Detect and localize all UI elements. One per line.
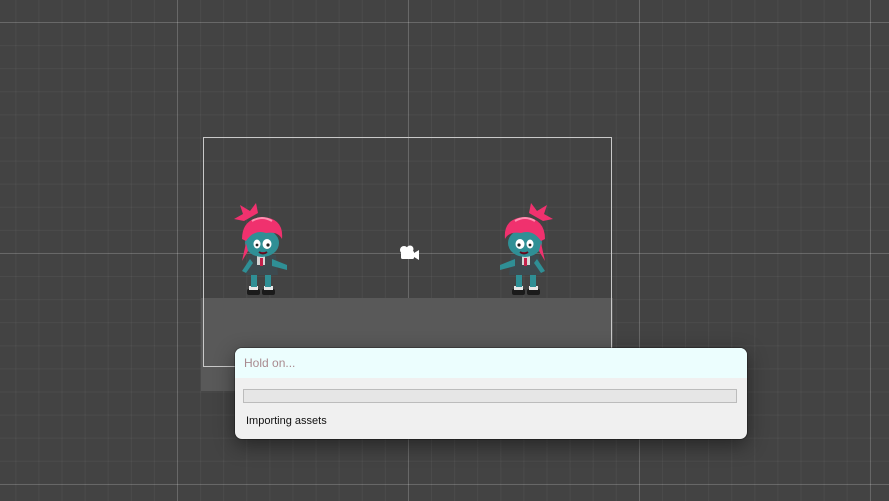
- status-text: Importing assets: [246, 415, 327, 427]
- dialog-titlebar[interactable]: Hold on...: [235, 348, 747, 378]
- progress-bar: [243, 389, 737, 403]
- zombie-character-right[interactable]: [485, 203, 555, 299]
- camera-gizmo-icon[interactable]: [398, 245, 420, 261]
- progress-dialog: Hold on... Importing assets: [235, 348, 747, 439]
- dialog-title: Hold on...: [244, 356, 296, 370]
- zombie-character-left[interactable]: [232, 203, 302, 299]
